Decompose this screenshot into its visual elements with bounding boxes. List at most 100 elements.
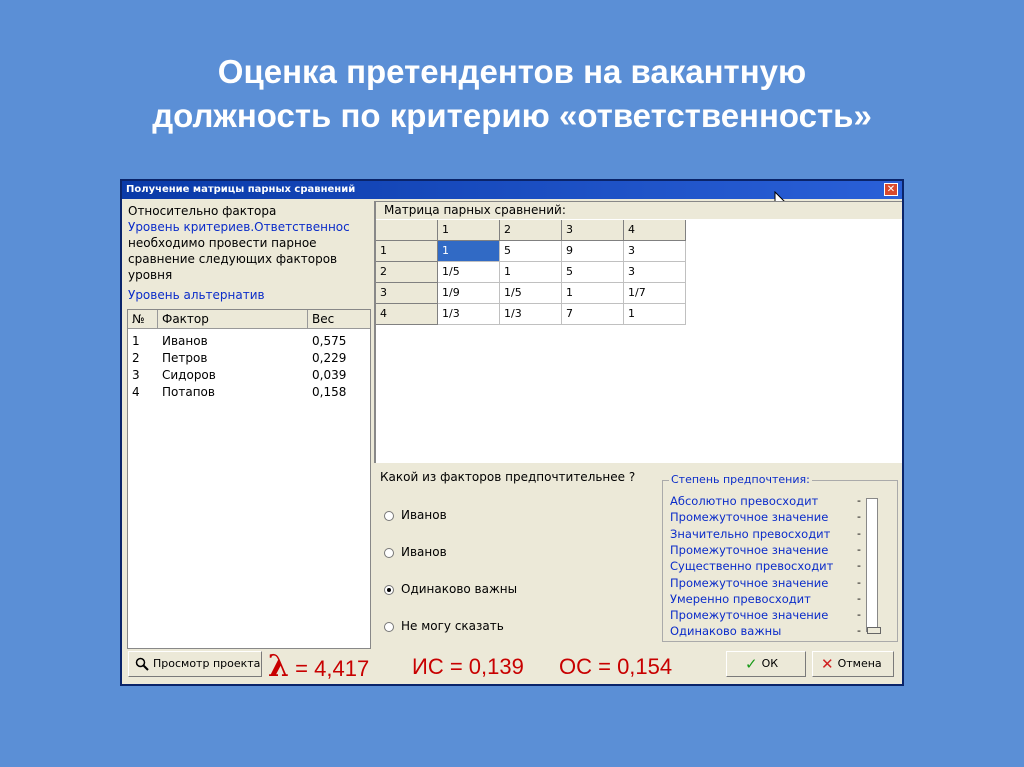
preference-degree-group: Степень предпочтения: Абсолютно превосхо… [662,473,898,642]
cancel-label: Отмена [837,657,882,670]
factor-number: 3 [132,368,140,382]
matrix-cell[interactable]: 5 [500,241,562,262]
window-title: Получение матрицы парных сравнений [126,184,356,195]
comparison-matrix[interactable]: Матрица парных сравнений: 1 2 3 4 1 1 5 9 3 2 1/5 1… [374,201,902,463]
matrix-caption: Матрица парных сравнений: [376,202,902,219]
matrix-row-header[interactable]: 1 [376,241,438,262]
preference-degree-item: Существенно превосходит [670,559,834,574]
matrix-row-header[interactable]: 3 [376,283,438,304]
preference-option[interactable]: Иванов [384,507,447,523]
ok-button[interactable]: ✓ ОК [726,651,806,677]
matrix-row-header[interactable]: 2 [376,262,438,283]
preference-tick: - [857,542,861,556]
alternatives-level-link[interactable]: Уровень альтернатив [128,287,368,303]
preference-slider-thumb[interactable] [867,627,881,635]
preference-option[interactable]: Одинаково важны [384,581,517,597]
cross-icon: ✕ [821,655,834,673]
lambda-stat: λ = 4,417 [268,652,369,684]
preference-tick: - [857,559,861,573]
header-number[interactable]: № [128,310,158,328]
checkmark-icon: ✓ [745,655,758,673]
matrix-cell[interactable]: 1/5 [438,262,500,283]
factor-weight: 0,575 [312,334,347,348]
factor-weight: 0,229 [312,351,347,365]
radio-button[interactable] [384,547,394,558]
matrix-cell[interactable]: 1/9 [438,283,500,304]
slide-title-line2: должность по критерию «ответственность» [152,97,872,134]
matrix-cell[interactable]: 3 [624,262,686,283]
matrix-cell[interactable]: 1/3 [438,304,500,325]
preference-degree-item: Умеренно превосходит [670,591,811,606]
matrix-cell[interactable]: 3 [624,241,686,262]
preference-tick: - [857,526,861,540]
factor-row[interactable]: 1 Иванов 0,575 [128,333,370,350]
magnifier-icon [135,657,149,671]
factor-row[interactable]: 3 Сидоров 0,039 [128,367,370,384]
consistency-ratio: ОС = 0,154 [559,654,673,679]
preference-degree-item: Промежуточное значение [670,608,829,623]
preference-degree-item: Промежуточное значение [670,542,829,557]
matrix-cell[interactable]: 1 [562,283,624,304]
matrix-cell[interactable]: 1 [500,262,562,283]
matrix-col-header[interactable]: 3 [562,220,624,241]
preference-degree-item: Значительно превосходит [670,526,831,541]
preference-question: Какой из факторов предпочтительнее ? [380,470,636,484]
factor-context: Относительно фактора Уровень критериев.О… [128,203,368,303]
matrix-cell[interactable]: 7 [562,304,624,325]
lambda-value: = 4,417 [295,656,370,681]
preference-tick: - [857,608,861,622]
preference-option-label: Иванов [401,545,447,559]
factor-number: 1 [132,334,140,348]
factor-weight: 0,158 [312,385,347,399]
preference-option[interactable]: Не могу сказать [384,618,504,634]
factor-name: Петров [162,351,208,365]
factor-row[interactable]: 2 Петров 0,229 [128,350,370,367]
preference-degree-title: Степень предпочтения: [669,473,812,486]
matrix-cell[interactable]: 9 [562,241,624,262]
factor-name: Потапов [162,385,215,399]
matrix-cell[interactable]: 1 [438,241,500,262]
close-icon: ✕ [886,184,896,195]
matrix-cell[interactable]: 1/3 [500,304,562,325]
preference-degree-item: Абсолютно превосходит [670,494,819,508]
radio-button[interactable] [384,621,394,632]
preference-degree-item: Одинаково важны [670,624,782,639]
factor-list[interactable]: № Фактор Вес 1 Иванов 0,575 2 Петров 0,229 3 Си… [127,309,371,649]
slide-title-line1: Оценка претендентов на вакантную [217,53,807,90]
close-button[interactable]: ✕ [884,183,898,196]
pairwise-dialog: Получение матрицы парных сравнений ✕ Отн… [120,179,904,686]
factor-list-header: № Фактор Вес [128,310,370,329]
matrix-cell[interactable]: 1 [624,304,686,325]
factor-number: 4 [132,385,140,399]
cancel-button[interactable]: ✕ Отмена [812,651,894,677]
radio-button[interactable] [384,584,394,595]
consistency-index: ИС = 0,139 [412,654,524,679]
radio-button[interactable] [384,510,394,521]
matrix-col-header[interactable]: 2 [500,220,562,241]
matrix-corner [376,220,438,241]
preference-option-label: Не могу сказать [401,619,504,633]
matrix-col-header[interactable]: 4 [624,220,686,241]
preference-tick: - [857,591,861,605]
preference-option-label: Иванов [401,508,447,522]
matrix-cell[interactable]: 1/5 [500,283,562,304]
preference-degree-item: Промежуточное значение [670,510,829,525]
criteria-level-link[interactable]: Уровень критериев.Ответственнос [128,219,368,235]
preference-tick: - [857,624,861,638]
matrix-row-header[interactable]: 4 [376,304,438,325]
matrix-col-header[interactable]: 1 [438,220,500,241]
lambda-symbol: λ [268,649,290,684]
header-factor[interactable]: Фактор [158,310,308,328]
ok-label: ОК [761,657,779,670]
preference-tick: - [857,575,861,589]
preview-project-button[interactable]: Просмотр проекта [128,651,262,677]
preference-tick: - [857,510,861,524]
matrix-cell[interactable]: 1/7 [624,283,686,304]
preference-slider-track[interactable] [866,498,878,632]
preference-option[interactable]: Иванов [384,544,447,560]
factor-row[interactable]: 4 Потапов 0,158 [128,384,370,401]
matrix-cell[interactable]: 5 [562,262,624,283]
factor-number: 2 [132,351,140,365]
header-weight[interactable]: Вес [308,310,370,328]
factor-name: Сидоров [162,368,216,382]
